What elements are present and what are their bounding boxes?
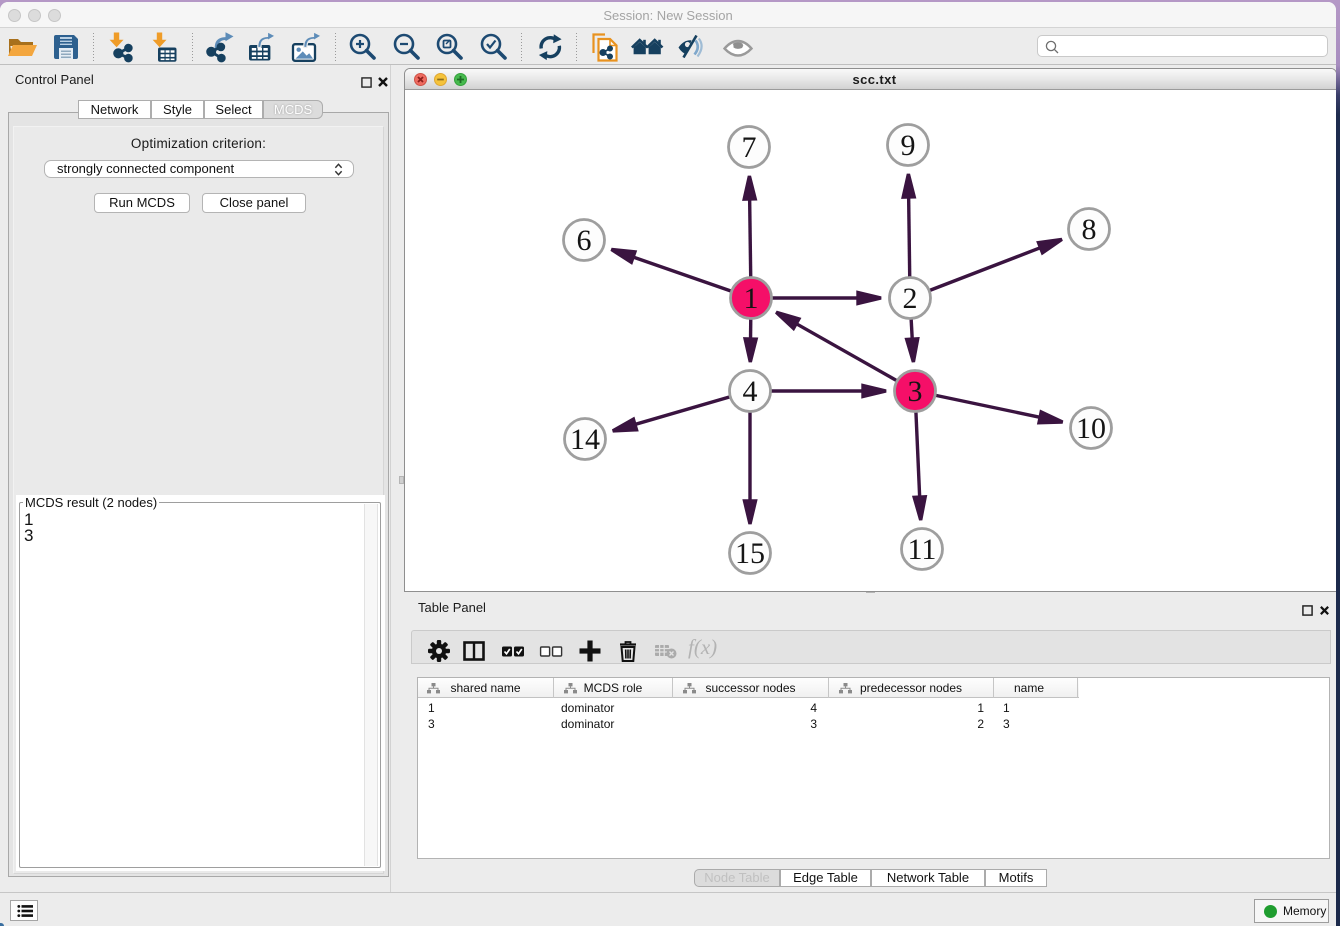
svg-text:14: 14: [570, 423, 600, 456]
svg-text:3: 3: [908, 375, 923, 408]
svg-text:7: 7: [742, 131, 757, 164]
svg-text:1: 1: [744, 282, 759, 315]
svg-text:6: 6: [577, 224, 592, 257]
svg-text:15: 15: [735, 537, 765, 570]
svg-text:2: 2: [903, 282, 918, 315]
svg-text:4: 4: [743, 375, 758, 408]
svg-text:8: 8: [1082, 213, 1097, 246]
svg-text:9: 9: [901, 129, 916, 162]
svg-text:10: 10: [1076, 412, 1106, 445]
svg-text:11: 11: [908, 533, 937, 566]
